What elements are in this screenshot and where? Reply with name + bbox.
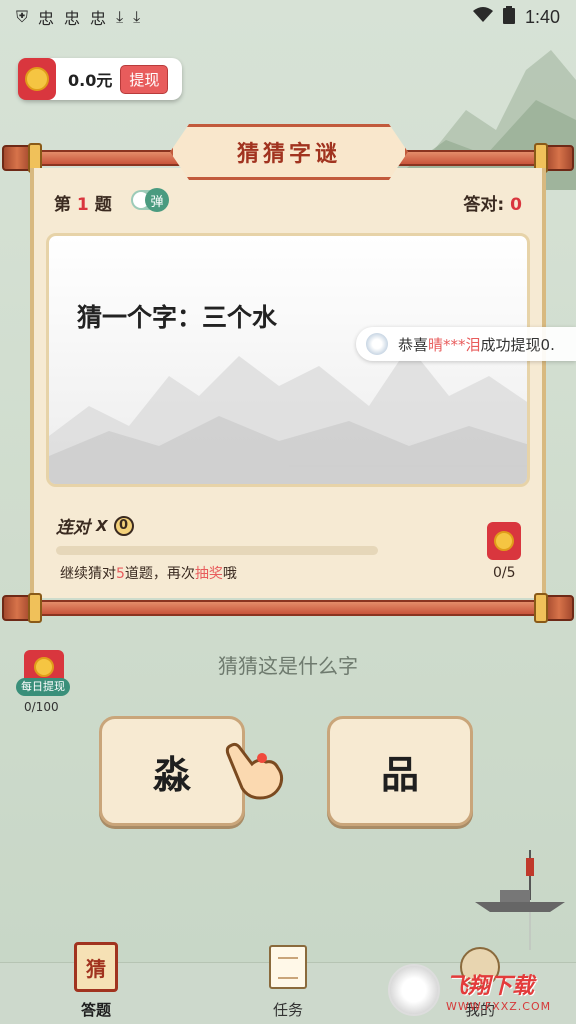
question-label: 猜猜这是什么字	[218, 654, 358, 678]
daily-withdraw-count: 0/100	[24, 700, 59, 714]
red-packet-icon	[18, 58, 56, 100]
boat-decoration	[475, 850, 565, 950]
watermark-url: WWW.FXXZ.COM	[446, 999, 552, 1013]
barrage-toggle[interactable]: 弹	[131, 188, 169, 212]
streak-count: 0	[113, 515, 134, 536]
withdraw-ticker: 恭喜 晴***泪 成功提现0.	[356, 327, 576, 361]
status-bar: ⛨ 忠 忠 忠 ⤓ ⤓ 1:40	[0, 0, 576, 34]
daily-withdraw-label: 每日提现	[16, 678, 70, 696]
riddle-text: 猜一个字：三个水	[77, 303, 278, 332]
barrage-toggle-label: 弹	[145, 188, 169, 212]
pointing-hand-icon	[225, 742, 284, 800]
answer-option-2[interactable]: 品	[327, 716, 473, 826]
battery-icon	[502, 5, 515, 29]
watermark-title: 飞翔下载	[446, 973, 535, 999]
game-title-banner: 猜猜字谜	[170, 124, 408, 180]
lottery-hint: 继续猜对5道题，再次抽奖哦	[60, 566, 237, 582]
clock: 1:40	[524, 6, 560, 27]
shield-icon: ⛨	[16, 7, 29, 26]
balance-amount: 0.0元	[68, 71, 113, 90]
user-avatar	[366, 333, 388, 355]
status-icons-right: 1:40	[472, 5, 560, 29]
download-icon: ⤓	[133, 7, 141, 26]
watermark-logo-icon	[388, 964, 440, 1016]
game-title: 猜猜字谜	[236, 142, 341, 167]
status-icons-left: ⛨ 忠 忠 忠 ⤓ ⤓	[16, 5, 140, 29]
streak-counter: 连对 X 0	[56, 513, 134, 538]
balance-pill: 0.0元 提现	[18, 58, 182, 100]
tab-tasks-label: 任务	[272, 1001, 303, 1019]
streak-progress-bar	[56, 546, 378, 555]
download-icon: ⤓	[116, 7, 124, 26]
tab-tasks[interactable]: 任务	[192, 945, 384, 1024]
tab-answer-label: 答题	[80, 1001, 111, 1019]
app-icon: 忠	[38, 9, 55, 28]
withdraw-button[interactable]: 提现	[120, 64, 169, 94]
question-number: 1	[76, 195, 89, 215]
scroll-icon: 猜	[74, 942, 118, 992]
correct-count: 答对: 0	[463, 195, 522, 215]
lottery-progress-count: 0/5	[493, 565, 516, 581]
lottery-red-packet-icon[interactable]	[487, 522, 521, 560]
tab-answer[interactable]: 猜 答题	[0, 942, 192, 1024]
wifi-icon	[472, 6, 493, 28]
app-icon: 忠	[64, 9, 81, 28]
site-watermark: 飞翔下载 WWW.FXXZ.COM	[388, 960, 568, 1020]
question-index: 第 1 题	[54, 195, 112, 215]
scroll-rod-bottom	[2, 593, 574, 623]
app-icon: 忠	[90, 9, 107, 28]
ticker-user: 晴***泪	[428, 335, 481, 354]
notepad-icon	[269, 945, 307, 989]
